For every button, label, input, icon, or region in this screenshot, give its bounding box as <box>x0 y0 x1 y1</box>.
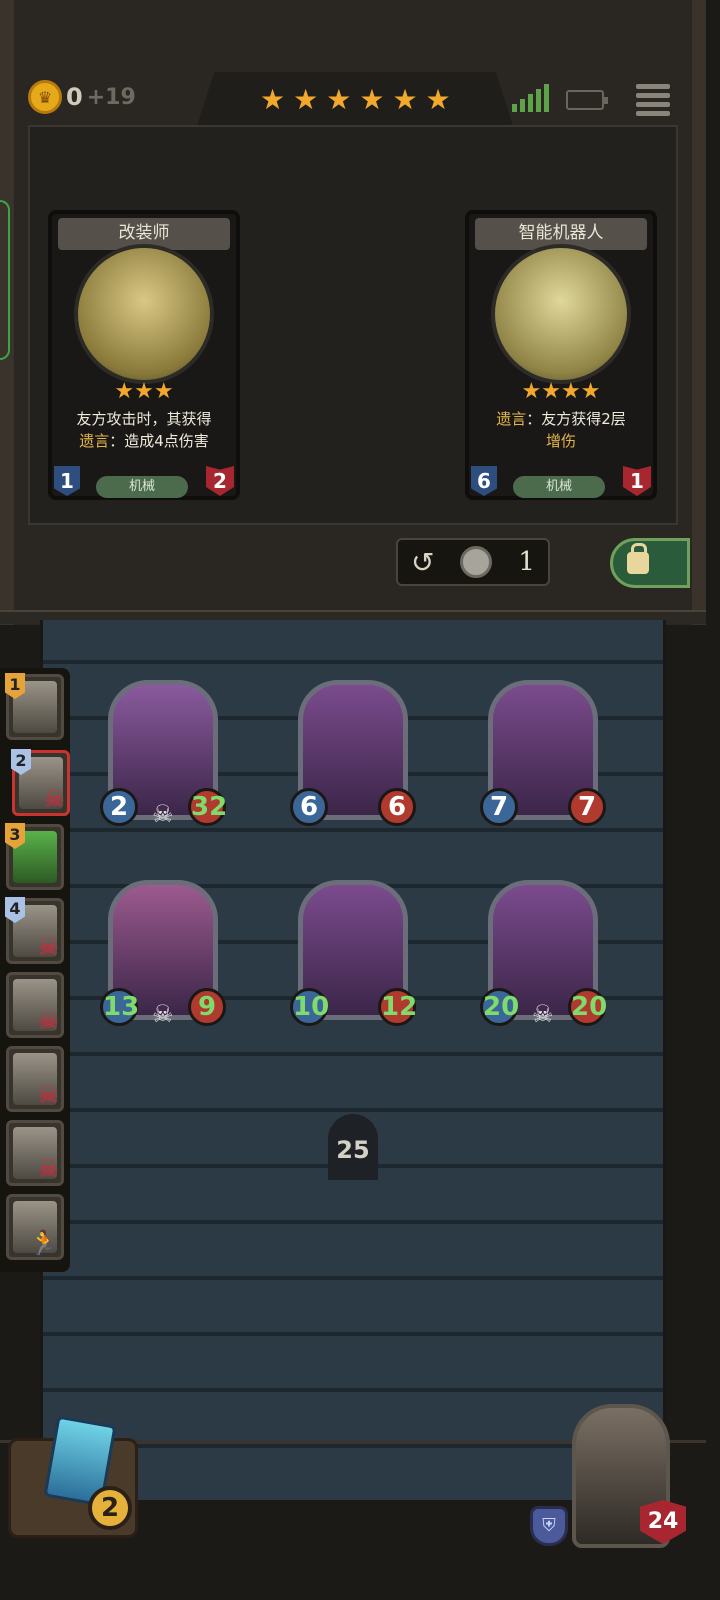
roster-hero[interactable]: 3 <box>5 823 64 890</box>
card-tribe: 机械 <box>96 476 188 498</box>
star-icon: ★ <box>359 83 385 116</box>
roster-hero[interactable]: ☠ <box>6 972 64 1038</box>
deathrattle-skull-icon: ☠ <box>532 1000 554 1028</box>
opponent-roster: 1 2 ☠ 3 4 ☠ ☠ ☠ ☠ 🏃 <box>0 668 70 1272</box>
refresh-cost: 1 <box>518 547 535 577</box>
coin-icon <box>460 546 493 578</box>
roster-hero[interactable]: ☠ <box>6 1120 64 1186</box>
card-attack: 6 <box>471 466 497 496</box>
star-icon: ★ <box>425 83 451 116</box>
battery-icon <box>566 90 608 110</box>
board-minion[interactable]: 10 12 <box>290 880 417 1030</box>
refresh-button[interactable]: ↺ 1 <box>396 538 550 586</box>
minion-attack: 20 <box>480 988 519 1026</box>
card-health: 1 <box>623 466 651 496</box>
lock-icon <box>627 543 649 574</box>
gold-value: 0 <box>66 83 83 111</box>
menu-icon[interactable] <box>636 84 670 116</box>
roster-hero[interactable]: 4 ☠ <box>5 897 64 964</box>
card-health: 2 <box>206 466 234 496</box>
board-minion[interactable]: 2 ☠ 32 <box>100 680 227 830</box>
shop-card-smart-robot[interactable]: 智能机器人 ★★★★ 遗言：友方获得2层 增伤 6 机械 1 <box>465 210 657 500</box>
card-portrait <box>491 244 631 384</box>
roster-hero[interactable]: ☠ <box>6 1046 64 1112</box>
minion-attack: 6 <box>290 788 328 826</box>
star-icon: ★ <box>392 83 418 116</box>
star-icon: ★ <box>293 83 319 116</box>
refresh-icon: ↺ <box>410 545 435 579</box>
star-icon: ★ <box>326 83 352 116</box>
star-icon: ★ <box>260 83 286 116</box>
minion-health: 7 <box>568 788 606 826</box>
skull-icon: ☠ <box>37 1155 59 1183</box>
gold-display: ♛ 0 +19 <box>28 80 136 114</box>
fleeing-icon: 🏃 <box>29 1229 59 1257</box>
board-minion[interactable]: 20 ☠ 20 <box>480 880 607 1030</box>
gold-income: +19 <box>86 84 136 110</box>
deathrattle-skull-icon: ☠ <box>152 800 174 828</box>
minion-health: 20 <box>568 988 607 1026</box>
deathrattle-skull-icon: ☠ <box>152 1000 174 1028</box>
roster-hero[interactable]: 2 ☠ <box>11 749 70 816</box>
skull-icon: ☠ <box>37 1007 59 1035</box>
board-minion[interactable]: 6 6 <box>290 680 416 830</box>
minion-attack: 2 <box>100 788 138 826</box>
minion-attack: 7 <box>480 788 518 826</box>
card-stars: ★★★ <box>114 379 174 404</box>
board-minion[interactable]: 13 ☠ 9 <box>100 880 226 1030</box>
roster-hero[interactable]: 1 <box>5 673 64 740</box>
deck-button[interactable]: 2 <box>8 1410 148 1540</box>
card-attack: 1 <box>54 466 80 496</box>
minion-attack: 10 <box>290 988 329 1026</box>
minion-health: 32 <box>188 788 227 826</box>
skull-icon: ☠ <box>37 1081 59 1109</box>
side-drawer-tab[interactable] <box>0 200 10 360</box>
lock-shop-button[interactable] <box>610 538 690 588</box>
minion-health: 9 <box>188 988 226 1026</box>
tavern-tier-stars: ★ ★ ★ ★ ★ ★ <box>260 86 451 114</box>
board-minion[interactable]: 7 7 <box>480 680 606 830</box>
signal-icon <box>512 84 549 112</box>
card-text: 友方攻击时，其获得 遗言：造成4点伤害 <box>76 410 212 450</box>
shop-card-modifier[interactable]: 改装师 ★★★ 友方攻击时，其获得 遗言：造成4点伤害 1 机械 2 <box>48 210 240 500</box>
deck-count: 2 <box>88 1486 132 1530</box>
card-tribe: 机械 <box>513 476 605 498</box>
roster-hero[interactable]: 🏃 <box>6 1194 64 1260</box>
card-portrait <box>74 244 214 384</box>
crown-coin-icon: ♛ <box>28 80 62 114</box>
minion-health: 6 <box>378 788 416 826</box>
card-stars: ★★★★ <box>521 379 601 404</box>
skull-icon: ☠ <box>37 933 59 961</box>
minion-attack: 13 <box>100 988 139 1026</box>
minion-health: 12 <box>378 988 417 1026</box>
armor-shield-icon: ⛨ <box>530 1506 568 1546</box>
skull-icon: ☠ <box>43 785 65 813</box>
card-text: 遗言：友方获得2层 增伤 <box>496 410 626 450</box>
graveyard-counter[interactable]: 25 <box>328 1114 378 1180</box>
